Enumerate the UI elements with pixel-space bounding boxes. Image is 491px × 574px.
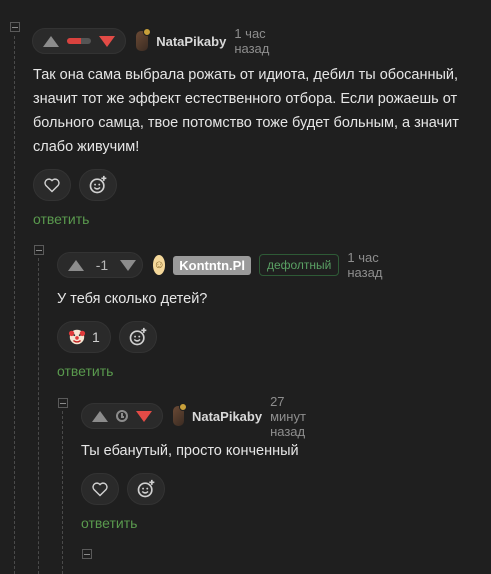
triangle-down-icon[interactable] [120, 259, 136, 271]
comment-actions [33, 169, 117, 201]
username[interactable]: Kontntn.Pl [173, 255, 251, 275]
thread-line[interactable] [62, 411, 63, 574]
triangle-down-icon[interactable] [99, 35, 115, 47]
like-button[interactable] [33, 169, 71, 201]
reply-link[interactable]: ответить [33, 211, 89, 227]
rating-bar-negative [67, 38, 82, 44]
collapse-button[interactable] [82, 549, 92, 559]
timestamp[interactable]: 1 час назад [234, 26, 277, 56]
thread-line[interactable] [14, 36, 15, 574]
username[interactable]: NataPikaby [192, 409, 262, 424]
comment-header: NataPikaby 1 час назад [32, 26, 277, 56]
add-reaction-button[interactable] [127, 473, 165, 505]
like-button[interactable] [81, 473, 119, 505]
reply-link[interactable]: ответить [57, 363, 113, 379]
timestamp[interactable]: 27 минут назад [270, 394, 321, 439]
avatar[interactable]: ☺ [153, 255, 166, 275]
avatar[interactable] [173, 403, 187, 426]
heart-icon [92, 482, 108, 497]
collapse-button[interactable] [34, 245, 44, 255]
comment-header: -1 ☺ Kontntn.Pl дефолтный 1 час назад [57, 250, 390, 280]
smiley-plus-icon [89, 175, 107, 194]
add-reaction-button[interactable] [118, 321, 157, 353]
smiley-plus-icon [129, 327, 147, 346]
thread-line[interactable] [38, 258, 39, 574]
comment-actions [81, 473, 165, 505]
comment-header: NataPikaby 27 минут назад [81, 394, 321, 439]
comment-actions: 1 [57, 321, 157, 353]
triangle-up-icon[interactable] [43, 35, 59, 47]
vote-widget: -1 [57, 252, 143, 278]
comment-text: Ты ебанутый, просто конченный [81, 443, 299, 459]
collapse-button[interactable] [10, 22, 20, 32]
triangle-up-icon[interactable] [68, 259, 84, 271]
clown-face-icon [68, 329, 86, 345]
triangle-up-icon[interactable] [92, 410, 108, 422]
rating-bar [67, 38, 91, 44]
triangle-down-icon[interactable] [136, 410, 152, 422]
add-reaction-button[interactable] [79, 169, 117, 201]
vote-widget [81, 403, 163, 429]
collapse-button[interactable] [58, 398, 68, 408]
reaction-count: 1 [92, 329, 100, 345]
score: -1 [95, 257, 109, 273]
comment-text: У тебя сколько детей? [57, 291, 208, 307]
vote-widget [32, 28, 126, 54]
avatar[interactable] [136, 28, 152, 51]
reaction-button[interactable]: 1 [57, 321, 111, 353]
comment-text: Так она сама выбрала рожать от идиота, д… [33, 67, 459, 155]
clock-icon [116, 410, 128, 422]
heart-icon [44, 178, 60, 193]
username[interactable]: NataPikaby [156, 34, 226, 49]
reply-link[interactable]: ответить [81, 515, 137, 531]
smiley-plus-icon [137, 479, 155, 498]
user-tag: дефолтный [258, 254, 340, 276]
timestamp[interactable]: 1 час назад [347, 250, 390, 280]
